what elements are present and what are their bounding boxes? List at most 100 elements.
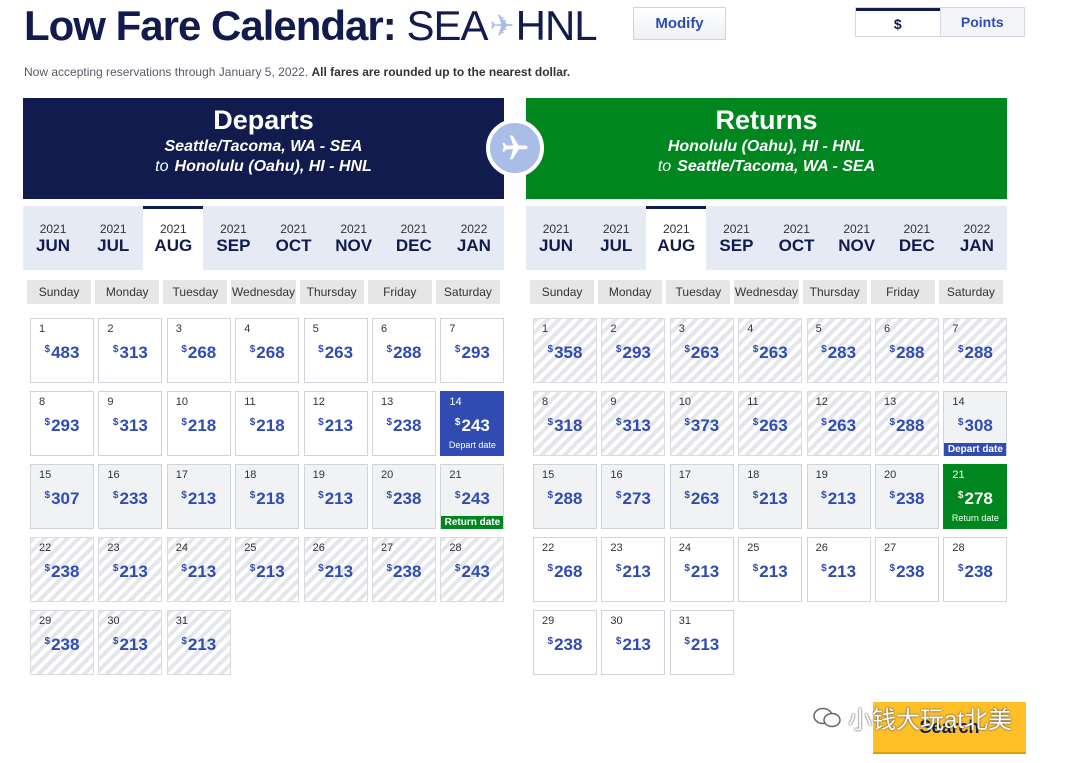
departs-day-cell[interactable]: 3 $268: [166, 318, 231, 383]
departs-day-cell[interactable]: 21 $243 Return date: [440, 464, 505, 529]
returns-day-cell[interactable]: 20 $238: [875, 464, 939, 529]
day-number: 19: [312, 469, 325, 481]
departs-day-cell[interactable]: 19 $213: [303, 464, 368, 529]
fare-price: $213: [181, 635, 217, 654]
day-number: 2: [610, 323, 617, 335]
departs-day-cell[interactable]: 8 $293: [30, 391, 94, 456]
departs-month-tab-jul[interactable]: 2021 JUL: [83, 206, 143, 270]
dollars-toggle-button[interactable]: $: [856, 8, 940, 36]
day-number: 27: [884, 542, 897, 554]
departs-day-cell[interactable]: 15 $307: [30, 464, 94, 529]
returns-month-tab-oct[interactable]: 2021 OCT: [767, 206, 827, 270]
departs-month-tab-oct[interactable]: 2021 OCT: [264, 206, 324, 270]
month-year: 2021: [662, 222, 690, 236]
reservation-notice: Now accepting reservations through Janua…: [24, 65, 571, 79]
fare-price: $263: [752, 416, 788, 435]
returns-month-tab-jul[interactable]: 2021 JUL: [586, 206, 646, 270]
fare-price: $213: [821, 562, 857, 581]
returns-day-cell[interactable]: 27 $238: [875, 537, 939, 602]
fare-price: $358: [547, 343, 583, 362]
departs-month-tab-sep[interactable]: 2021 SEP: [203, 206, 263, 270]
departs-day-cell[interactable]: 14 $243 Depart date: [440, 391, 505, 456]
day-number: 6: [884, 323, 891, 335]
weekday-label: Saturday: [435, 280, 500, 304]
fare-price: $293: [615, 343, 651, 362]
departs-day-cell[interactable]: 13 $238: [372, 391, 436, 456]
departs-calendar-grid: 1 $483 2 $313 3 $268 4 $268 5 $263 6 $288 7 $293 8 $293…: [23, 318, 505, 678]
fare-price: $218: [249, 489, 285, 508]
returns-month-tab-sep[interactable]: 2021 SEP: [706, 206, 766, 270]
departs-day-cell[interactable]: 16 $233: [98, 464, 163, 529]
returns-day-cell[interactable]: 26 $213: [806, 537, 871, 602]
returns-month-tab-nov[interactable]: 2021 NOV: [827, 206, 887, 270]
fare-price: $238: [386, 562, 422, 581]
departs-month-tab-jun[interactable]: 2021 JUN: [23, 206, 83, 270]
departs-day-cell[interactable]: 2 $313: [98, 318, 163, 383]
returns-day-cell[interactable]: 24 $213: [669, 537, 734, 602]
fare-price: $218: [249, 416, 285, 435]
returns-day-cell[interactable]: 16 $273: [601, 464, 666, 529]
fare-price: $268: [547, 562, 583, 581]
departs-day-cell[interactable]: 11 $218: [235, 391, 300, 456]
day-number: 30: [107, 615, 120, 627]
departs-day-cell[interactable]: 5 $263: [303, 318, 368, 383]
fare-price: $288: [957, 343, 993, 362]
date-badge: Depart date: [944, 443, 1007, 456]
departs-month-tab-dec[interactable]: 2021 DEC: [384, 206, 444, 270]
departs-day-cell[interactable]: 9 $313: [98, 391, 163, 456]
returns-month-tab-jun[interactable]: 2021 JUN: [526, 206, 586, 270]
departs-day-cell[interactable]: 17 $213: [166, 464, 231, 529]
departs-day-cell[interactable]: 6 $288: [372, 318, 436, 383]
returns-day-cell[interactable]: 23 $213: [601, 537, 666, 602]
day-number: 16: [610, 469, 623, 481]
departs-day-cell[interactable]: 4 $268: [235, 318, 300, 383]
returns-day-cell[interactable]: 22 $268: [533, 537, 597, 602]
departs-day-cell[interactable]: 12 $213: [303, 391, 368, 456]
returns-day-cell[interactable]: 31 $213: [669, 610, 734, 675]
fare-price: $213: [684, 562, 720, 581]
fare-price: $263: [318, 343, 354, 362]
day-number: 8: [542, 396, 549, 408]
fare-price: $213: [752, 562, 788, 581]
month-year: 2022: [963, 222, 991, 236]
day-number: 19: [815, 469, 828, 481]
returns-month-tab-dec[interactable]: 2021 DEC: [887, 206, 947, 270]
departs-month-tab-nov[interactable]: 2021 NOV: [324, 206, 384, 270]
returns-day-cell[interactable]: 17 $263: [669, 464, 734, 529]
month-label: SEP: [719, 236, 754, 255]
day-number: 21: [952, 469, 965, 481]
returns-day-cell[interactable]: 15 $288: [533, 464, 597, 529]
returns-day-cell[interactable]: 19 $213: [806, 464, 871, 529]
points-toggle-button[interactable]: Points: [939, 8, 1024, 36]
month-label: JAN: [456, 236, 491, 255]
departs-day-cell[interactable]: 7 $293: [440, 318, 505, 383]
returns-day-cell[interactable]: 28 $238: [943, 537, 1008, 602]
returns-day-cell: 7 $288: [943, 318, 1008, 383]
fare-price: $238: [44, 635, 80, 654]
departs-month-tab-aug[interactable]: 2021 AUG: [143, 206, 204, 270]
returns-day-cell[interactable]: 18 $213: [738, 464, 803, 529]
month-label: JUL: [97, 236, 130, 255]
returns-day-cell: 13 $288: [875, 391, 939, 456]
day-number: 18: [244, 469, 257, 481]
returns-day-cell[interactable]: 30 $213: [601, 610, 666, 675]
departs-day-cell[interactable]: 20 $238: [372, 464, 436, 529]
departs-day-cell[interactable]: 18 $218: [235, 464, 300, 529]
returns-month-tab-aug[interactable]: 2021 AUG: [646, 206, 707, 270]
returns-day-cell[interactable]: 29 $238: [533, 610, 597, 675]
departs-month-tab-jan[interactable]: 2022 JAN: [444, 206, 504, 270]
returns-day-cell[interactable]: 25 $213: [738, 537, 803, 602]
day-number: 9: [610, 396, 617, 408]
day-number: 27: [381, 542, 394, 554]
fare-price: $278: [957, 489, 993, 508]
fare-price: $213: [615, 562, 651, 581]
day-number: 1: [542, 323, 549, 335]
modify-button[interactable]: Modify: [633, 7, 726, 40]
fare-price: $288: [386, 343, 422, 362]
departs-day-cell[interactable]: 10 $218: [166, 391, 231, 456]
returns-day-cell[interactable]: 21 $278 Return date: [943, 464, 1008, 529]
departs-day-cell[interactable]: 1 $483: [30, 318, 94, 383]
returns-day-cell[interactable]: 14 $308 Depart date: [943, 391, 1008, 456]
returns-month-tab-jan[interactable]: 2022 JAN: [947, 206, 1007, 270]
weekday-label: Saturday: [938, 280, 1003, 304]
